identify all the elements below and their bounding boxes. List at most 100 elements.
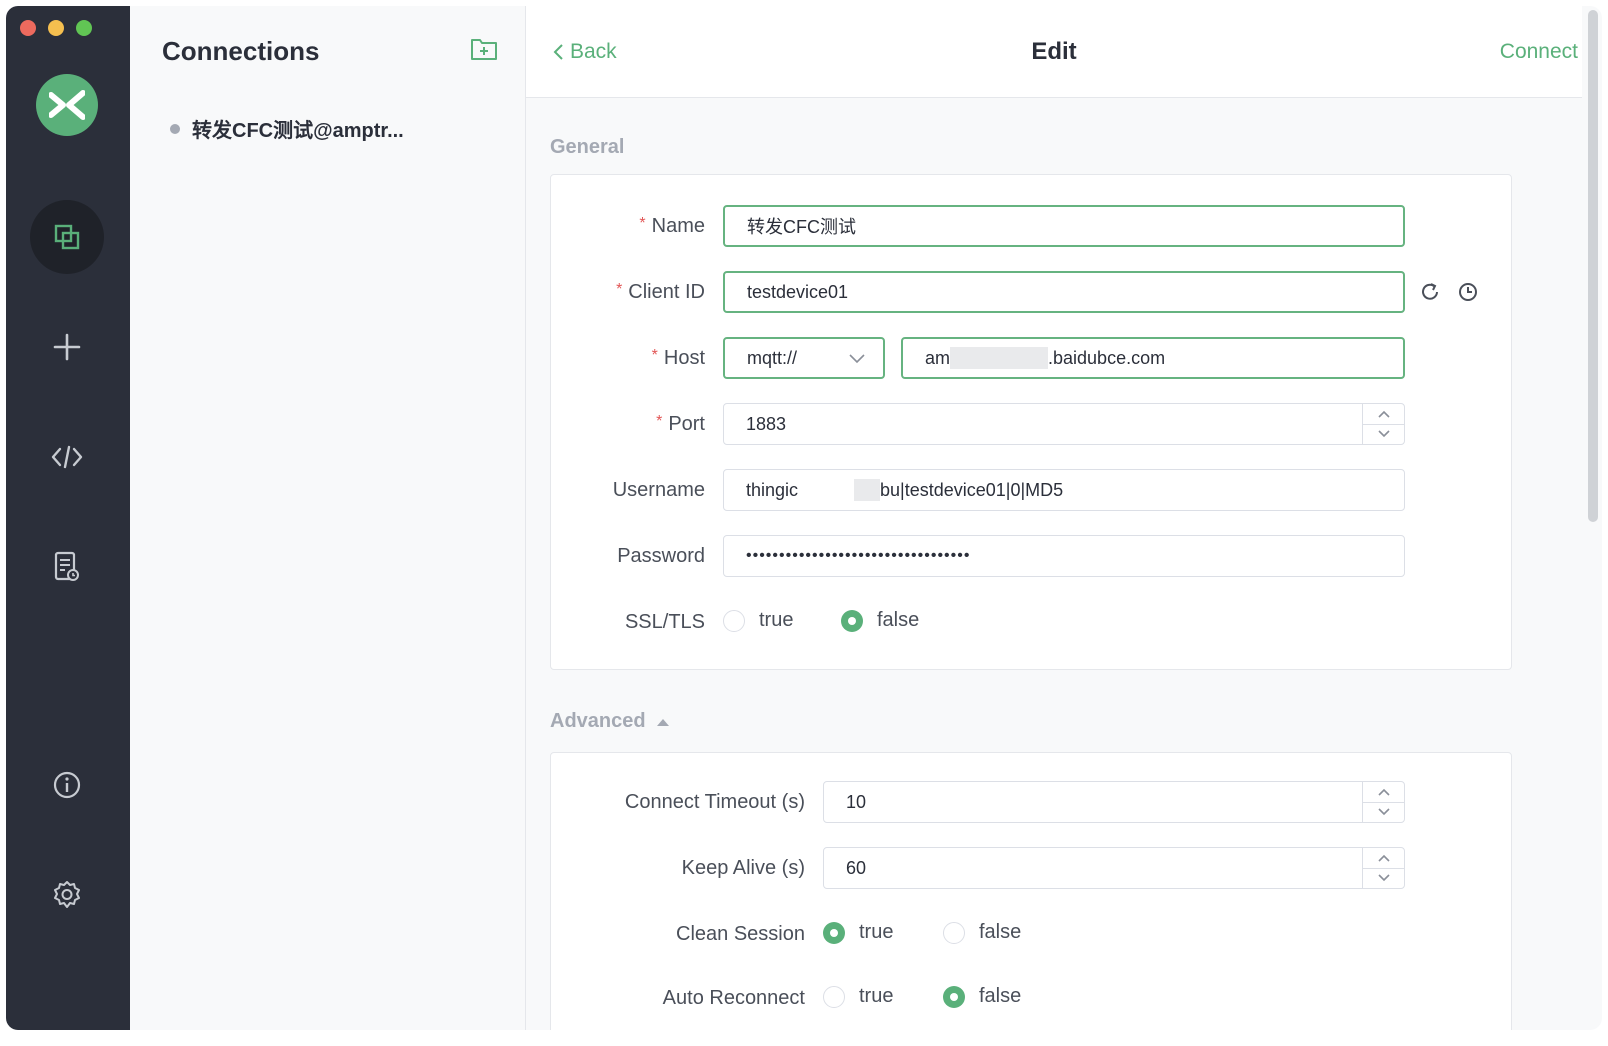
timeout-label: Connect Timeout (s) <box>624 791 805 813</box>
client-id-row: * Client ID testdevice01 <box>551 271 1511 313</box>
increment-button[interactable] <box>1363 848 1404 868</box>
name-input[interactable]: 转发CFC测试 <box>723 205 1405 247</box>
chevron-down-icon <box>1377 874 1390 882</box>
edit-panel: Back Edit Connect General * Name 转发CFC测试 … <box>526 6 1602 1030</box>
general-section-title: General <box>550 136 624 159</box>
decrement-button[interactable] <box>1363 801 1404 823</box>
advanced-card: Connect Timeout (s) 10 Keep Alive (s) 60… <box>550 752 1512 1030</box>
ssl-false-radio[interactable]: false <box>841 609 919 632</box>
chevron-down-icon <box>1377 430 1390 438</box>
nav-new-connection-button[interactable] <box>30 310 104 384</box>
increment-button[interactable] <box>1363 404 1404 424</box>
advanced-section-label: Advanced <box>550 710 646 732</box>
redacted-block <box>950 347 1049 369</box>
radio-circle <box>823 985 845 1008</box>
clock-icon <box>1459 283 1477 301</box>
ssl-label: SSL/TLS <box>624 611 705 633</box>
timeout-value: 10 <box>846 791 867 812</box>
redacted-block <box>854 479 881 501</box>
clean-false-radio[interactable]: false <box>943 921 1021 944</box>
plus-icon <box>53 333 81 361</box>
ssl-false-label: false <box>877 609 920 631</box>
protocol-select[interactable]: mqtt:// <box>723 337 885 379</box>
app-logo <box>36 74 98 136</box>
username-value-prefix: thingic <box>746 479 799 500</box>
connection-status-dot <box>170 123 180 134</box>
port-label: * Port <box>656 413 705 435</box>
port-row: * Port 1883 <box>551 403 1511 445</box>
clean-session-label: Clean Session <box>676 923 805 945</box>
keepalive-stepper <box>1362 848 1404 888</box>
clean-true-radio[interactable]: true <box>823 921 893 944</box>
radio-circle <box>723 609 745 632</box>
username-input[interactable]: thingic bu|testdevice01|0|MD5 <box>723 469 1405 511</box>
clean-session-row: Clean Session true false <box>551 913 1511 955</box>
new-group-button[interactable] <box>470 36 498 62</box>
zoom-window-button[interactable] <box>76 20 92 36</box>
keepalive-row: Keep Alive (s) 60 <box>551 847 1511 889</box>
connect-button[interactable]: Connect <box>1500 40 1578 64</box>
chevron-down-icon <box>849 354 865 364</box>
password-input[interactable]: •••••••••••••••••••••••••••••••••• <box>723 535 1405 577</box>
radio-circle-selected <box>841 609 863 632</box>
reconnect-true-radio[interactable]: true <box>823 985 893 1008</box>
increment-button[interactable] <box>1363 782 1404 802</box>
reconnect-true-label: true <box>859 985 894 1007</box>
nav-connections-button[interactable] <box>30 200 104 274</box>
timeout-stepper <box>1362 782 1404 822</box>
advanced-section-title[interactable]: Advanced <box>550 710 670 733</box>
keepalive-label: Keep Alive (s) <box>681 857 805 879</box>
radio-circle-selected <box>823 921 845 944</box>
username-row: Username thingic bu|testdevice01|0|MD5 <box>551 469 1511 511</box>
refresh-client-id-button[interactable] <box>1417 279 1443 305</box>
app-window: Connections 转发CFC测试@amptr... Back Edit C… <box>6 6 1602 1030</box>
side-nav <box>6 6 130 1030</box>
ssl-true-radio[interactable]: true <box>723 609 793 632</box>
timeout-input[interactable]: 10 <box>823 781 1405 823</box>
info-icon <box>53 771 81 799</box>
name-row: * Name 转发CFC测试 <box>551 205 1511 247</box>
clean-false-label: false <box>979 921 1022 943</box>
reconnect-false-radio[interactable]: false <box>943 985 1021 1008</box>
host-value-suffix: .baidubce.com <box>1048 347 1166 368</box>
ssl-true-label: true <box>759 609 794 631</box>
window-controls <box>20 20 92 36</box>
gear-icon <box>54 881 80 908</box>
auto-reconnect-label: Auto Reconnect <box>662 987 805 1009</box>
caret-up-icon <box>656 718 669 726</box>
minimize-window-button[interactable] <box>48 20 64 36</box>
close-window-button[interactable] <box>20 20 36 36</box>
radio-circle-selected <box>943 985 965 1008</box>
scrollbar[interactable] <box>1588 10 1598 522</box>
password-row: Password •••••••••••••••••••••••••••••••… <box>551 535 1511 577</box>
chevron-up-icon <box>1377 854 1390 862</box>
log-icon <box>54 551 79 581</box>
connections-icon <box>54 224 80 250</box>
decrement-button[interactable] <box>1363 423 1404 445</box>
port-stepper <box>1362 404 1404 444</box>
timeout-row: Connect Timeout (s) 10 <box>551 781 1511 823</box>
nav-settings-button[interactable] <box>30 858 104 932</box>
auto-reconnect-row: Auto Reconnect true false <box>551 977 1511 1019</box>
code-icon <box>51 445 83 469</box>
page-title: Edit <box>1031 38 1077 65</box>
nav-script-button[interactable] <box>30 420 104 494</box>
password-label: Password <box>617 545 705 567</box>
nav-about-button[interactable] <box>30 748 104 822</box>
chevron-up-icon <box>1377 788 1390 796</box>
protocol-value: mqtt:// <box>747 347 798 368</box>
mqttx-logo-icon <box>49 90 85 120</box>
host-input[interactable]: am .baidubce.com <box>901 337 1405 379</box>
username-value-suffix: bu|testdevice01|0|MD5 <box>880 479 1064 500</box>
connection-item[interactable]: 转发CFC测试@amptr... <box>170 114 404 143</box>
time-client-id-button[interactable] <box>1455 279 1481 305</box>
client-id-input[interactable]: testdevice01 <box>723 271 1405 313</box>
general-card: *Name 转发CFC测试 *Client ID testdevice01 <box>550 174 1512 670</box>
decrement-button[interactable] <box>1363 867 1404 889</box>
redacted-block <box>798 479 855 501</box>
connections-title: Connections <box>162 36 320 66</box>
keepalive-input[interactable]: 60 <box>823 847 1405 889</box>
nav-log-button[interactable] <box>30 530 104 604</box>
port-input[interactable]: 1883 <box>723 403 1405 445</box>
name-label: * Name <box>639 215 705 237</box>
